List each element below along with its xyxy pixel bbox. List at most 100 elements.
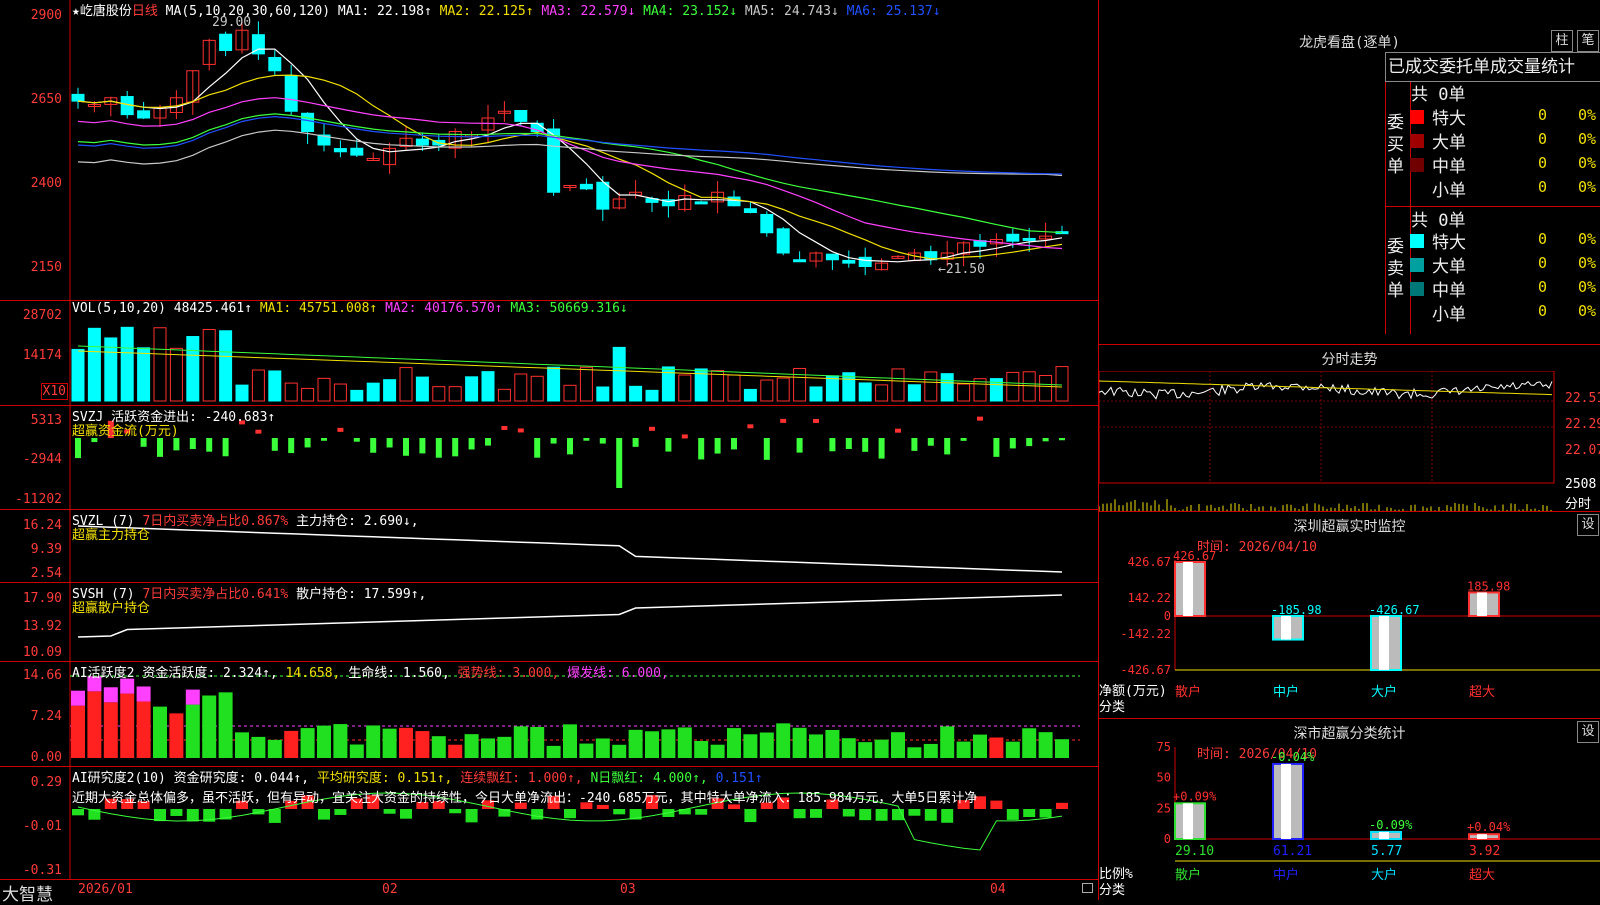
retail-holding-pane[interactable]: 17.90 13.92 10.09 SVSH (7) 7日内买卖净占比0.641… — [0, 583, 1098, 662]
period-label[interactable]: 日线 — [132, 4, 158, 19]
activity-bar — [825, 729, 840, 758]
flow-bar — [763, 438, 770, 460]
candle-body — [137, 110, 151, 119]
volume-bar — [776, 377, 790, 402]
activity-bar — [153, 706, 167, 758]
ai-activity-pane[interactable]: 14.66 7.24 0.00 AI活跃度2 资金活跃度: 2.324↑, 14… — [0, 662, 1098, 767]
kline-chart[interactable] — [0, 0, 1098, 300]
activity-bar — [809, 734, 823, 758]
row-label: 特大 — [1432, 233, 1466, 253]
monitor-category: 超大 — [1469, 685, 1495, 700]
research-bar — [924, 809, 937, 821]
row-label: 特大 — [1432, 109, 1466, 129]
flow-bar — [813, 418, 819, 423]
fund-flow-pane[interactable]: 5313 -2944 -11202 SVZJ 活跃资金进出: -240.683↑… — [0, 406, 1098, 510]
research-bar — [449, 809, 462, 814]
row-count: 0 — [1538, 254, 1548, 272]
activity-bar — [235, 732, 249, 758]
activity-bar-top — [71, 690, 85, 706]
classify-chart[interactable]: 75 50 25 0 +0.09% 29.10 散户 -0.04% 61.21 中户 -0.09% 5… — [1099, 719, 1600, 900]
activity-bar — [841, 738, 856, 758]
flow-bar — [271, 438, 278, 451]
flow-bar — [386, 438, 393, 448]
flow-bar — [632, 438, 639, 447]
monitor-category: 散户 — [1175, 684, 1201, 700]
activity-bar — [546, 745, 561, 758]
classify-category: 大户 — [1371, 867, 1397, 883]
candle-body — [1006, 233, 1020, 242]
research-bar — [186, 809, 199, 822]
classify-xlabel: 分类 — [1099, 883, 1126, 898]
lhb-tabs[interactable]: 已成交委托单成交量统计 — [1385, 52, 1600, 82]
volume-bar — [71, 348, 85, 402]
realtime-monitor-panel[interactable]: 深圳超赢实时监控 设 时间: 2026/04/10 426.67 142.22 0-… — [1099, 512, 1600, 719]
row-pct: 0% — [1578, 254, 1597, 272]
intraday-chart[interactable] — [1099, 371, 1600, 511]
volume-unit-badge[interactable]: X10 — [40, 383, 68, 400]
flow-tick: 5313 — [30, 413, 62, 428]
flow-bar — [435, 438, 442, 458]
low-price-mark: ←21.50 — [938, 262, 985, 277]
candle-body — [825, 253, 839, 261]
monitor-tick: -142.22 — [1120, 627, 1171, 641]
activity-bar — [989, 737, 1004, 758]
activity-bar — [792, 727, 807, 758]
ma-line — [77, 97, 1063, 250]
lock-icon[interactable] — [1082, 883, 1093, 893]
volume-bar — [1039, 375, 1053, 402]
intraday-panel[interactable]: 分时走势 22.51 22.29 22.07 2508 分时 — [1099, 345, 1600, 512]
flow-bar — [534, 438, 541, 458]
volume-chart[interactable] — [0, 301, 1098, 405]
activity-bar — [940, 726, 955, 758]
row-count: 0 — [1538, 130, 1548, 148]
volume-bar — [497, 388, 511, 402]
volume-bar — [415, 376, 429, 402]
sell-row-medium: 中单 0 0% — [1410, 276, 1600, 301]
volume-bar — [153, 327, 167, 402]
volume-ma2: MA2: 40176.570↑ — [385, 301, 503, 316]
flow-bar — [977, 416, 983, 421]
kline-pane[interactable]: 2900 2650 2400 2150 ★屹唐股份日线 MA(5,10,20,3… — [0, 0, 1098, 301]
volume-ma1: MA1: 45751.008↑ — [259, 301, 378, 316]
volume-pane[interactable]: 28702 14174 X10 VOL(5,10,20) 48425.461↑ … — [0, 301, 1098, 406]
volume-bar — [547, 366, 561, 402]
buy-row-small: 小单 0 0% — [1410, 176, 1600, 201]
high-price-mark: 29.00 — [212, 15, 252, 30]
swatch — [1410, 110, 1424, 124]
volume-bar — [202, 329, 216, 402]
ai1-tick: 14.66 — [22, 668, 62, 683]
bar-mode-button[interactable]: 柱 — [1551, 30, 1573, 52]
monitor-bar-shine — [1477, 592, 1487, 616]
activity-bar — [891, 732, 905, 758]
ai2-label: AI研究度2(10) — [72, 771, 166, 786]
ai-research-pane[interactable]: 0.29 -0.01 -0.31 AI研究度2(10) 资金研究度: 0.044… — [0, 767, 1098, 880]
price-tick: 2150 — [30, 260, 62, 275]
candle-body — [415, 138, 429, 146]
volume-bar — [448, 386, 462, 402]
ai2-header: AI研究度2(10) 资金研究度: 0.044↑, 平均研究度: 0.151↑,… — [72, 767, 763, 786]
activity-bar — [464, 734, 479, 758]
main-holding-pane[interactable]: 16.24 9.39 2.54 SVZL (7) 7日内买卖净占比0.867% … — [0, 510, 1098, 583]
activity-bar — [103, 702, 118, 758]
classify-tick: 50 — [1157, 771, 1171, 785]
research-bar — [859, 809, 872, 821]
ai1-tick: 7.24 — [30, 709, 62, 724]
activity-bar-top — [185, 689, 200, 705]
ai1-header: AI活跃度2 资金活跃度: 2.324↑, 14.658, 生命线: 1.560… — [72, 662, 669, 681]
tick-mode-button[interactable]: 笔 — [1577, 30, 1599, 52]
sell-side-label: 委卖单 — [1387, 237, 1404, 301]
main-holding-line — [77, 525, 1063, 573]
volume-bar — [579, 366, 593, 402]
svsh-tick: 13.92 — [22, 619, 62, 634]
classify-panel[interactable]: 深市超赢分类统计 设 时间: 2026/04/10 75 50 25 0 +0.09% 2… — [1099, 719, 1600, 900]
stock-name[interactable]: ★屹唐股份 — [72, 4, 132, 19]
research-bar — [383, 809, 396, 814]
activity-bar — [497, 736, 512, 758]
activity-bar — [71, 705, 85, 758]
flow-bar — [157, 438, 163, 457]
classify-value: 29.10 — [1175, 844, 1214, 859]
monitor-tick: 426.67 — [1128, 555, 1171, 569]
flow-bar — [321, 438, 327, 441]
monitor-chart[interactable]: 426.67 142.22 0 -142.22 -426.67 426.67 散户 -185.… — [1099, 512, 1600, 718]
row-label: 小单 — [1432, 305, 1466, 325]
